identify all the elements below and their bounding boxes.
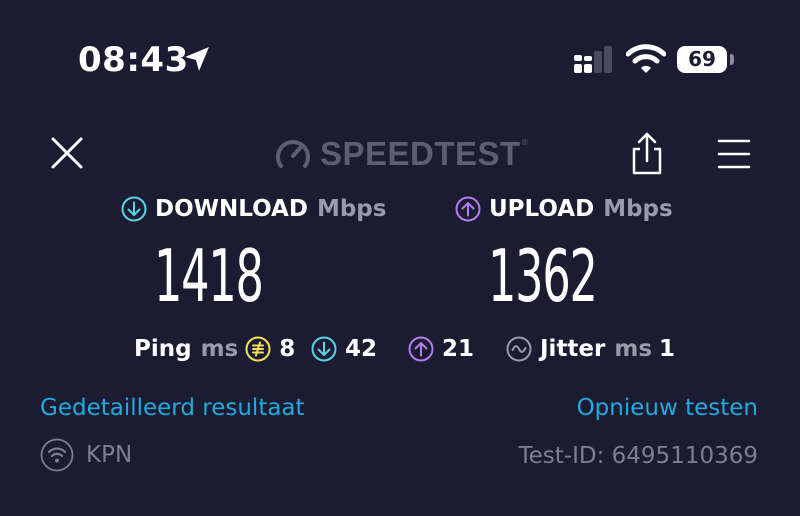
- provider-wifi-icon: [40, 438, 74, 472]
- ping-download-value: 42: [345, 336, 378, 362]
- jitter-icon: [506, 336, 532, 362]
- download-latency-icon: [311, 336, 337, 362]
- ping-upload: 21: [408, 334, 474, 364]
- ping-label: Ping: [134, 336, 192, 362]
- ping-idle: Ping ms 8: [134, 334, 295, 364]
- upload-label: UPLOAD: [489, 196, 595, 222]
- upload-unit: Mbps: [603, 196, 673, 222]
- provider-name: KPN: [86, 442, 133, 468]
- upload-latency-icon: [408, 336, 434, 362]
- upload-arrow-icon: [455, 196, 481, 222]
- speedometer-icon: [276, 140, 310, 168]
- jitter-label: Jitter: [540, 336, 606, 362]
- download-speed-value: 1418: [154, 234, 264, 318]
- upload-heading: UPLOAD Mbps: [455, 196, 673, 222]
- provider-info: KPN: [40, 438, 132, 472]
- jitter: Jitter ms 1: [506, 334, 675, 364]
- test-id: Test-ID: 6495110369: [518, 443, 758, 469]
- ping-download: 42: [311, 334, 377, 364]
- battery-level: 69: [688, 47, 716, 71]
- download-arrow-icon: [121, 196, 147, 222]
- retest-link[interactable]: Opnieuw testen: [577, 393, 758, 423]
- status-time: 08:43: [78, 40, 189, 80]
- brand-name: SPEEDTEST: [320, 135, 521, 172]
- download-heading: DOWNLOAD Mbps: [121, 196, 386, 222]
- battery-indicator: 69: [677, 46, 735, 74]
- cellular-signal-icon: [574, 46, 612, 73]
- jitter-value: 1: [659, 336, 676, 362]
- download-label: DOWNLOAD: [155, 196, 308, 222]
- speedtest-logo: SPEEDTEST ®: [274, 134, 529, 174]
- close-icon[interactable]: [48, 134, 86, 172]
- share-icon[interactable]: [628, 132, 666, 176]
- download-unit: Mbps: [316, 196, 387, 222]
- hamburger-menu-icon[interactable]: [716, 136, 752, 172]
- brand-trademark: ®: [520, 137, 529, 147]
- idle-latency-icon: [245, 336, 271, 362]
- jitter-unit: ms: [614, 336, 653, 362]
- ping-idle-value: 8: [279, 336, 296, 362]
- location-arrow-icon: [185, 47, 209, 71]
- wifi-icon: [626, 44, 666, 73]
- detailed-result-link[interactable]: Gedetailleerd resultaat: [40, 393, 305, 423]
- upload-speed-value: 1362: [488, 234, 598, 318]
- ping-unit: ms: [200, 336, 239, 362]
- ping-upload-value: 21: [442, 336, 475, 362]
